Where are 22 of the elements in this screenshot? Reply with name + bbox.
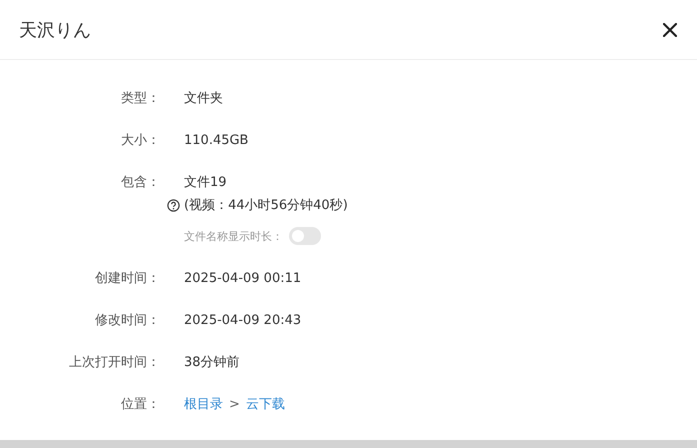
property-value: 2025-04-09 20:43 — [184, 312, 302, 328]
property-label: 创建时间： — [94, 270, 160, 287]
close-icon[interactable] — [663, 22, 677, 36]
path-link[interactable]: 根目录 — [184, 395, 223, 413]
property-label: 上次打开时间： — [68, 354, 160, 371]
toggle-label: 文件名称显示时长： — [184, 228, 283, 244]
property-value: 文件夹 — [184, 90, 223, 107]
toggle-switch[interactable] — [289, 227, 321, 245]
path-link[interactable]: 云下载 — [246, 395, 285, 413]
property-value: 2025-04-09 00:11 — [184, 270, 302, 286]
dialog-title: 天沢りん — [19, 18, 91, 42]
path-separator: > — [229, 396, 240, 412]
duration-note: (视频：44小时56分钟40秒) — [184, 197, 348, 214]
property-label: 包含： — [120, 174, 160, 191]
property-label: 位置： — [120, 396, 160, 413]
property-label: 修改时间： — [94, 312, 160, 329]
property-value: 文件19 — [184, 174, 227, 191]
property-value: 110.45GB — [184, 132, 248, 148]
property-value: 38分钟前 — [184, 354, 240, 371]
property-label: 类型： — [120, 90, 160, 107]
help-icon[interactable] — [167, 198, 180, 212]
property-label: 大小： — [120, 132, 160, 149]
